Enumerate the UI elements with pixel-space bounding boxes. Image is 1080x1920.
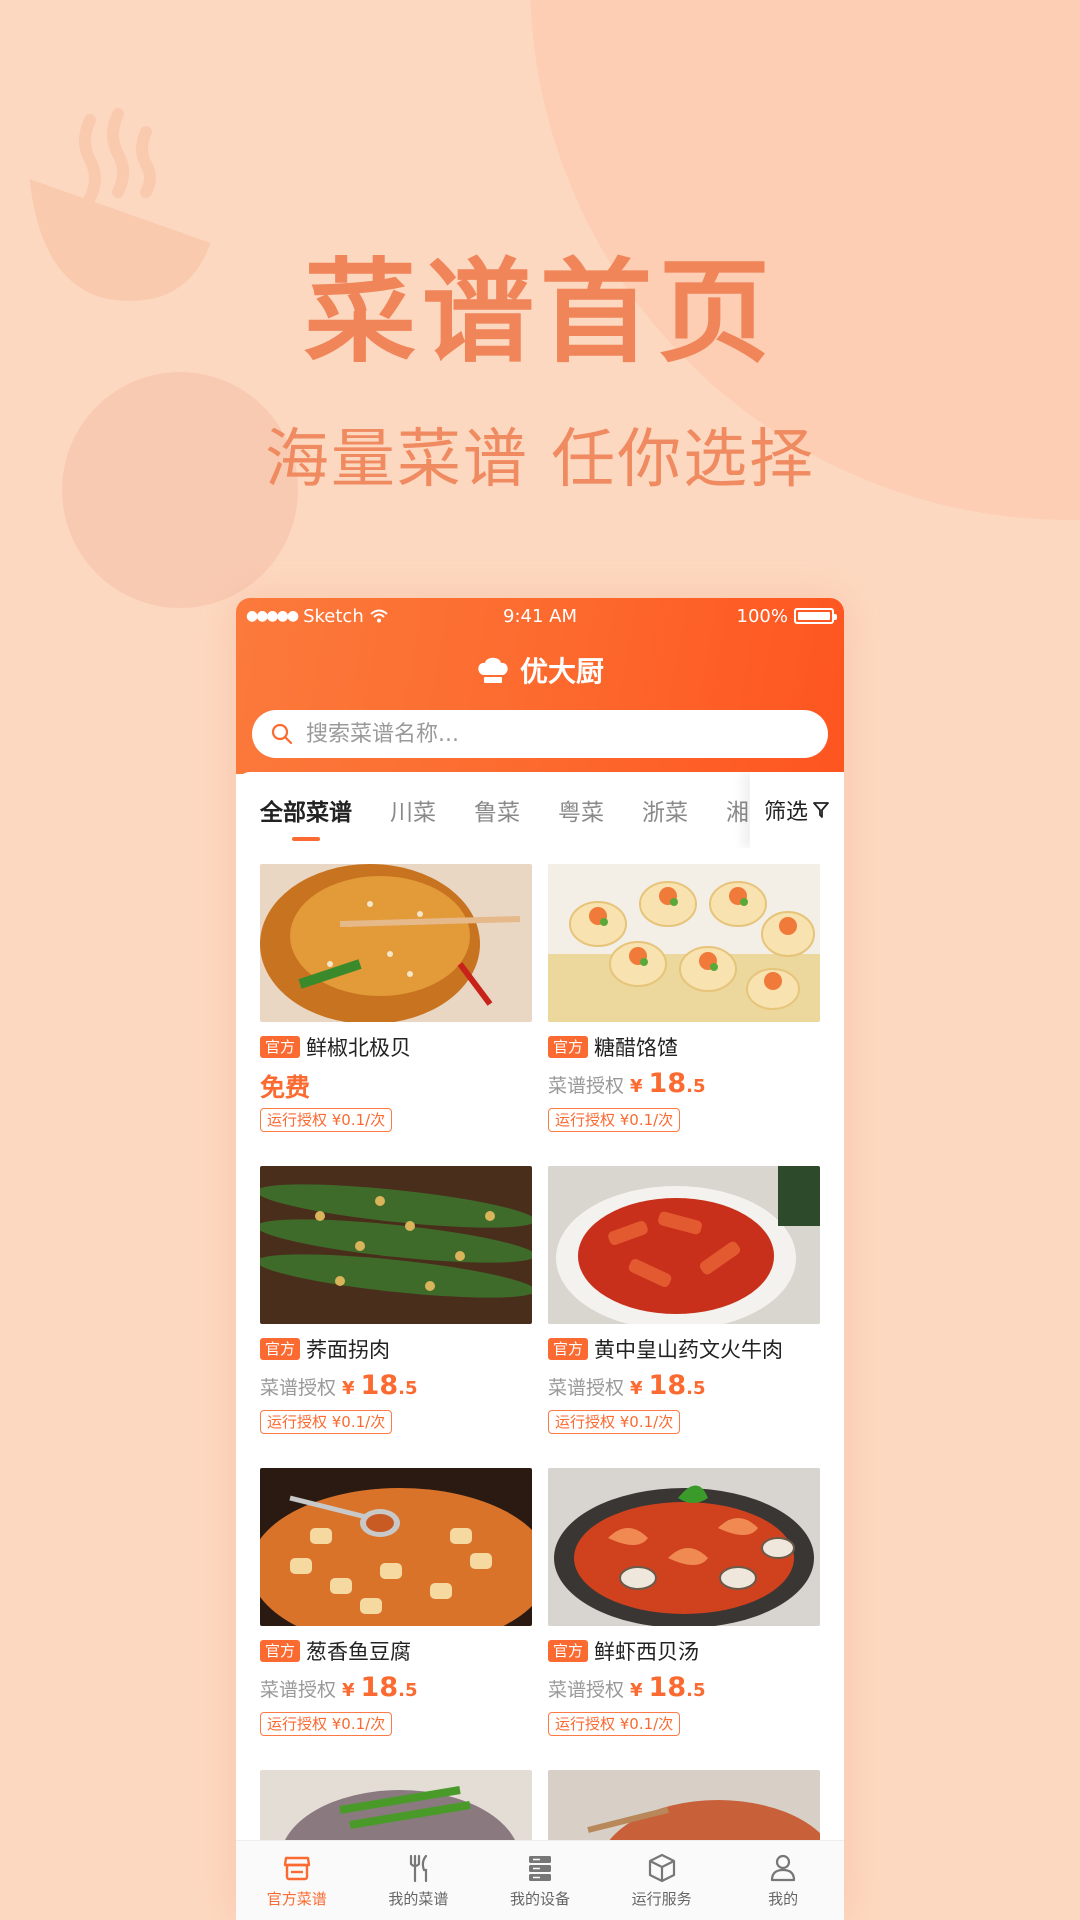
status-bar: ●●●●● Sketch 9:41 AM 100%	[236, 598, 844, 634]
tabbar-label: 我的菜谱	[388, 1890, 449, 1908]
search-bar[interactable]	[252, 710, 828, 758]
tab-all[interactable]: 全部菜谱	[260, 793, 352, 841]
official-badge: 官方	[548, 1036, 589, 1058]
recipe-card[interactable]: 官方 葱香鱼豆腐 菜谱授权 ¥ 18 .5 运行授权 ¥0.1/次	[260, 1468, 532, 1736]
currency-symbol: ¥	[342, 1680, 355, 1701]
phone-mockup: ●●●●● Sketch 9:41 AM 100% 优大厨 搜索菜谱名称... …	[236, 598, 844, 1920]
price-label: 菜谱授权	[548, 1075, 625, 1097]
store-icon	[283, 1856, 310, 1881]
official-badge: 官方	[548, 1338, 589, 1360]
battery-percent: 100%	[736, 605, 788, 627]
price-decimal: .5	[686, 1378, 706, 1399]
tab-shandong[interactable]: 鲁菜	[474, 793, 520, 827]
recipe-card[interactable]: 官方 糖醋饹馇 菜谱授权 ¥ 18 .5 运行授权 ¥0.1/次	[548, 864, 820, 1132]
price-integer: 18	[648, 1370, 687, 1401]
recipe-image	[548, 1166, 820, 1324]
recipe-name: 黄中皇山药文火牛肉	[594, 1338, 784, 1362]
run-license-tag: 运行授权 ¥0.1/次	[260, 1108, 393, 1132]
tab-zhejiang[interactable]: 浙菜	[642, 793, 688, 827]
official-badge: 官方	[548, 1640, 589, 1662]
price-decimal: .5	[686, 1076, 706, 1097]
price-row: 菜谱授权 ¥ 18 .5	[548, 1672, 820, 1706]
price-decimal: .5	[398, 1680, 418, 1701]
tabbar-label: 我的设备	[509, 1890, 570, 1908]
app-name: 优大厨	[519, 655, 604, 688]
price-row: 菜谱授权 ¥ 18 .5	[548, 1068, 820, 1102]
official-badge: 官方	[260, 1338, 301, 1360]
run-license-tag: 运行授权 ¥0.1/次	[548, 1410, 681, 1434]
price-label: 菜谱授权	[548, 1679, 625, 1701]
price-row: 菜谱授权 ¥ 18 .5	[260, 1370, 532, 1404]
filter-label: 筛选	[763, 800, 808, 825]
run-license-tag: 运行授权 ¥0.1/次	[260, 1410, 393, 1434]
search-icon	[271, 723, 293, 745]
price-integer: 18	[648, 1068, 687, 1099]
price-decimal: .5	[686, 1680, 706, 1701]
recipe-name: 葱香鱼豆腐	[306, 1640, 412, 1664]
run-license-tag: 运行授权 ¥0.1/次	[548, 1712, 681, 1736]
main-content: 全部菜谱 川菜 鲁菜 粤菜 浙菜 湘菜 筛选 官方 鲜椒北极贝 免费 运行授权 …	[236, 772, 844, 1920]
currency-symbol: ¥	[630, 1680, 643, 1701]
app-header: ●●●●● Sketch 9:41 AM 100% 优大厨	[236, 598, 844, 774]
recipe-image	[260, 864, 532, 1022]
user-icon	[771, 1854, 796, 1882]
tabbar-official-recipes[interactable]: 官方菜谱	[236, 1841, 358, 1920]
filter-button[interactable]: 筛选	[750, 772, 844, 848]
bottom-tab-bar: 官方菜谱 我的菜谱 我的设备 运行服务 我的	[236, 1840, 844, 1920]
tabbar-my-devices[interactable]: 我的设备	[479, 1841, 601, 1920]
recipe-name: 鲜虾西贝汤	[594, 1640, 700, 1664]
price-integer: 18	[648, 1672, 687, 1703]
tab-cantonese[interactable]: 粤菜	[558, 793, 604, 827]
official-badge: 官方	[260, 1036, 301, 1058]
promo-subline: 海量菜谱 任你选择	[264, 423, 816, 497]
battery-icon	[794, 608, 837, 624]
price-row: 菜谱授权 ¥ 18 .5	[548, 1370, 820, 1404]
official-badge: 官方	[260, 1640, 301, 1662]
search-input[interactable]	[306, 721, 726, 747]
price-integer: 18	[360, 1672, 399, 1703]
signal-icon: ●●●●●	[246, 608, 299, 624]
price-integer: 18	[360, 1370, 399, 1401]
currency-symbol: ¥	[630, 1076, 643, 1097]
run-license-tag: 运行授权 ¥0.1/次	[548, 1108, 681, 1132]
recipe-card[interactable]: 官方 鲜椒北极贝 免费 运行授权 ¥0.1/次	[260, 864, 532, 1132]
recipe-card[interactable]: 官方 黄中皇山药文火牛肉 菜谱授权 ¥ 18 .5 运行授权 ¥0.1/次	[548, 1166, 820, 1434]
recipe-image	[260, 1166, 532, 1324]
server-icon	[528, 1856, 551, 1881]
recipe-name: 糖醋饹馇	[594, 1036, 679, 1060]
category-tabs: 全部菜谱 川菜 鲁菜 粤菜 浙菜 湘菜 筛选	[236, 772, 844, 848]
wifi-icon	[370, 609, 388, 623]
tabbar-my-recipes[interactable]: 我的菜谱	[358, 1841, 480, 1920]
carrier-label: Sketch	[303, 605, 364, 627]
recipe-image	[548, 1468, 820, 1626]
filter-icon	[813, 802, 829, 818]
recipe-image	[260, 1468, 532, 1626]
tabbar-mine[interactable]: 我的	[722, 1841, 844, 1920]
run-license-tag: 运行授权 ¥0.1/次	[260, 1712, 393, 1736]
recipe-image	[548, 864, 820, 1022]
free-label: 免费	[260, 1073, 311, 1102]
price-decimal: .5	[398, 1378, 418, 1399]
fork-knife-icon	[410, 1854, 428, 1883]
price-label: 菜谱授权	[260, 1377, 337, 1399]
promo-headline: 菜谱首页	[304, 248, 776, 378]
app-title: 优大厨	[236, 650, 844, 690]
tabbar-label: 运行服务	[631, 1890, 692, 1908]
price-row: 免费	[260, 1068, 532, 1102]
box-icon	[648, 1853, 675, 1883]
price-label: 菜谱授权	[548, 1377, 625, 1399]
price-label: 菜谱授权	[260, 1679, 337, 1701]
tabbar-label: 我的	[768, 1890, 799, 1908]
tabbar-label: 官方菜谱	[266, 1890, 327, 1908]
currency-symbol: ¥	[630, 1378, 643, 1399]
recipe-name: 荞面拐肉	[306, 1338, 391, 1362]
recipe-name: 鲜椒北极贝	[306, 1036, 412, 1060]
chef-hat-icon	[478, 657, 508, 683]
currency-symbol: ¥	[342, 1378, 355, 1399]
tabbar-run-service[interactable]: 运行服务	[601, 1841, 723, 1920]
recipe-card[interactable]: 官方 荞面拐肉 菜谱授权 ¥ 18 .5 运行授权 ¥0.1/次	[260, 1166, 532, 1434]
tab-sichuan[interactable]: 川菜	[390, 793, 436, 827]
recipe-card[interactable]: 官方 鲜虾西贝汤 菜谱授权 ¥ 18 .5 运行授权 ¥0.1/次	[548, 1468, 820, 1736]
price-row: 菜谱授权 ¥ 18 .5	[260, 1672, 532, 1706]
